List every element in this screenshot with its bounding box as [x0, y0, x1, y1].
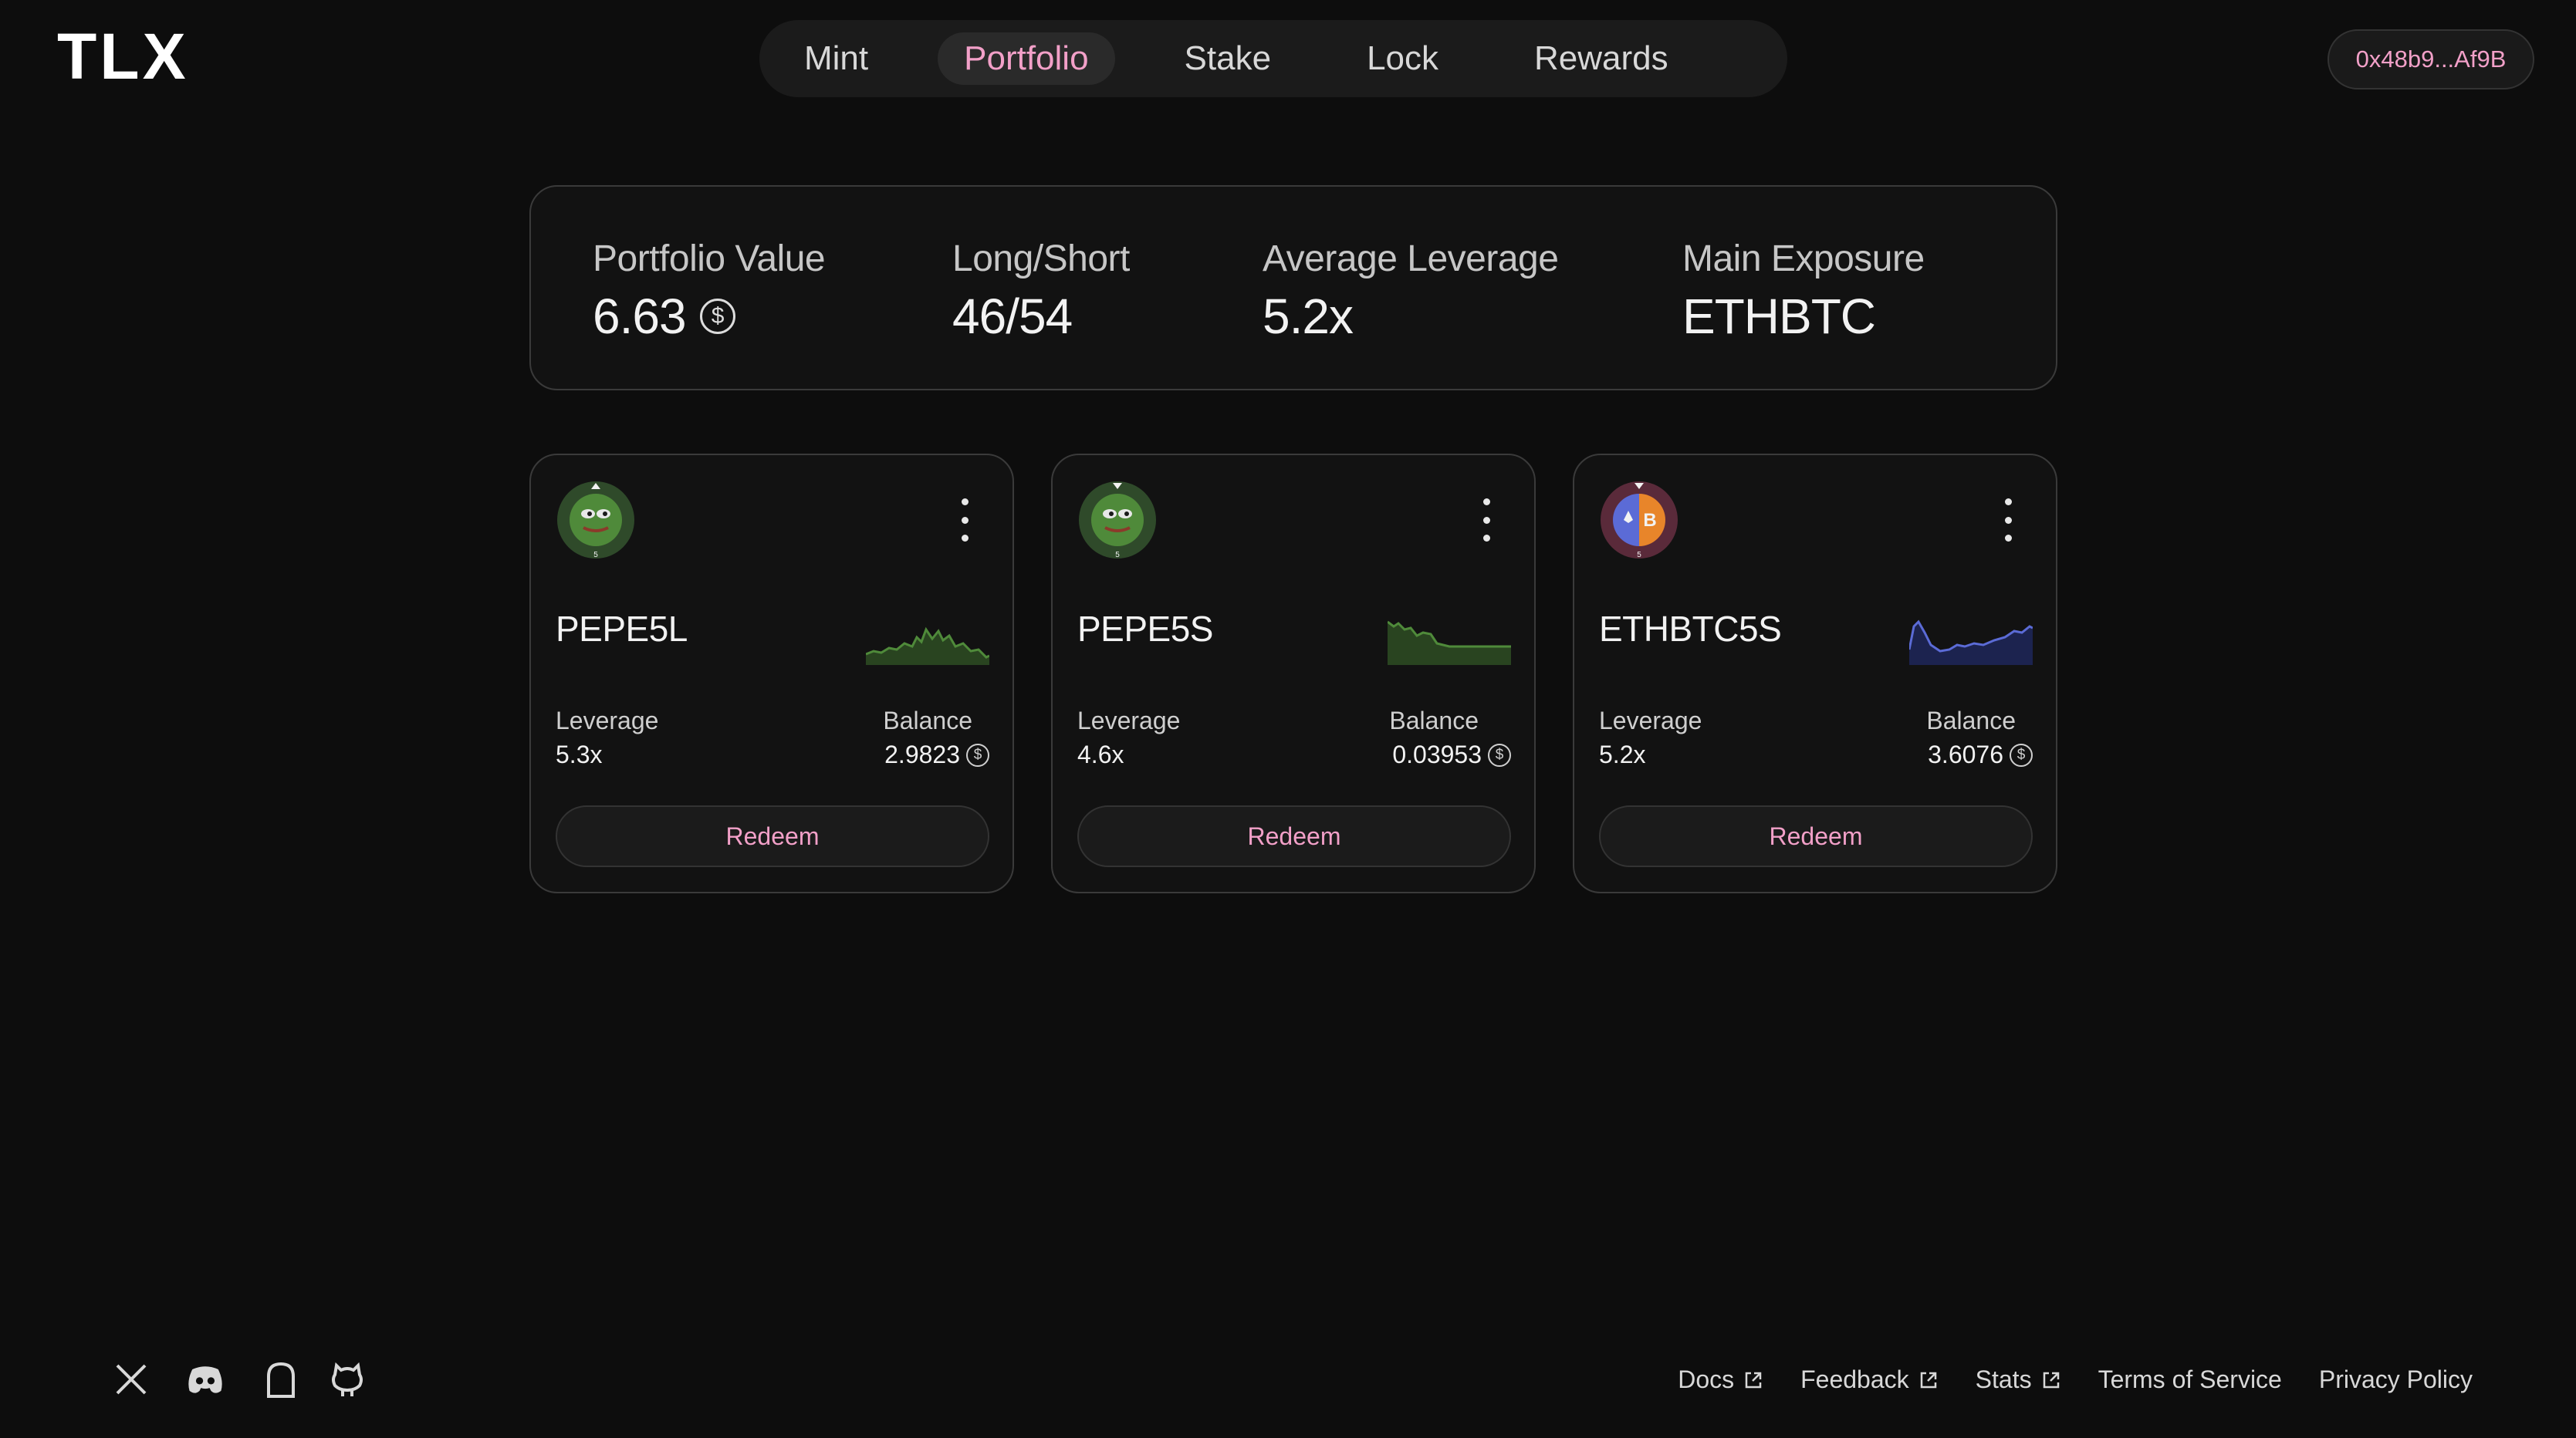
- main-exposure-stat: Main Exposure ETHBTC: [1682, 238, 1925, 345]
- external-link-icon: [1745, 1372, 1762, 1388]
- svg-text:5: 5: [593, 551, 598, 559]
- tlx-logo[interactable]: TLX: [57, 29, 218, 83]
- redeem-button[interactable]: Redeem: [1077, 805, 1511, 867]
- footer-link-label: Feedback: [1800, 1365, 1909, 1393]
- avg-leverage-label: Average Leverage: [1263, 238, 1559, 279]
- avg-leverage-stat: Average Leverage 5.2x: [1263, 238, 1559, 345]
- footer-link-label: Stats: [1975, 1365, 2032, 1393]
- balance-label: Balance: [1389, 707, 1479, 734]
- position-card-ethbtc5s: B 5 ETHBTC5S Leverage 5.2x Balance 3.607…: [1573, 454, 2057, 893]
- card-menu-button[interactable]: [1999, 498, 2017, 542]
- price-sparkline: [1388, 620, 1511, 665]
- pepe-short-icon: 5: [1079, 481, 1156, 559]
- redeem-button[interactable]: Redeem: [1599, 805, 2033, 867]
- wallet-address-button[interactable]: 0x48b9...Af9B: [2328, 29, 2534, 89]
- main-exposure-value: ETHBTC: [1682, 289, 1876, 344]
- footer-link-label: Terms of Service: [2098, 1365, 2282, 1393]
- ethbtc-short-icon: B 5: [1601, 481, 1678, 559]
- footer-link-privacy[interactable]: Privacy Policy: [2319, 1365, 2473, 1394]
- leverage-label: Leverage: [1077, 707, 1181, 734]
- portfolio-value-label: Portfolio Value: [593, 238, 826, 279]
- footer-link-label: Privacy Policy: [2318, 1365, 2473, 1393]
- dollar-coin-icon: $: [966, 743, 989, 767]
- balance-label: Balance: [1926, 707, 2016, 734]
- svg-text:5: 5: [1637, 551, 1641, 559]
- footer-link-feedback[interactable]: Feedback: [1800, 1365, 1939, 1394]
- nav-mint[interactable]: Mint: [778, 32, 894, 85]
- main-nav: Mint Portfolio Stake Lock Rewards: [759, 20, 1787, 97]
- external-link-icon: [1920, 1372, 1936, 1388]
- external-link-icon: [2043, 1372, 2059, 1388]
- footer-link-stats[interactable]: Stats: [1976, 1365, 2061, 1394]
- redeem-button[interactable]: Redeem: [556, 805, 989, 867]
- leverage-value: 4.6x: [1077, 741, 1124, 768]
- x-icon[interactable]: [111, 1359, 151, 1399]
- discord-icon[interactable]: [185, 1359, 225, 1399]
- card-menu-button[interactable]: [955, 498, 974, 542]
- leverage-value: 5.3x: [556, 741, 603, 768]
- token-name: PEPE5S: [1077, 609, 1214, 649]
- leverage-value: 5.2x: [1599, 741, 1646, 768]
- leverage-label: Leverage: [556, 707, 659, 734]
- svg-text:B: B: [1643, 510, 1656, 531]
- long-short-label: Long/Short: [952, 238, 1130, 279]
- portfolio-value-number: 6.63: [593, 289, 687, 344]
- position-card-pepe5s: 5 PEPE5S Leverage 4.6x Balance 0.03953 $…: [1051, 454, 1536, 893]
- token-name: PEPE5L: [556, 609, 688, 649]
- dollar-coin-icon: $: [2010, 743, 2033, 767]
- svg-text:5: 5: [1115, 551, 1120, 559]
- nav-rewards[interactable]: Rewards: [1508, 32, 1695, 85]
- token-name: ETHBTC5S: [1599, 609, 1782, 649]
- svg-text:TLX: TLX: [57, 29, 189, 83]
- pepe-long-icon: 5: [557, 481, 634, 559]
- balance-label: Balance: [883, 707, 972, 734]
- price-sparkline: [866, 626, 989, 665]
- main-exposure-label: Main Exposure: [1682, 238, 1925, 279]
- avg-leverage-value: 5.2x: [1263, 289, 1354, 344]
- balance-value: 2.9823 $: [884, 741, 989, 769]
- card-menu-button[interactable]: [1477, 498, 1496, 542]
- footer-links: Docs Feedback Stats Terms of Service Pri…: [1641, 1365, 2473, 1394]
- footer-link-docs[interactable]: Docs: [1678, 1365, 1763, 1394]
- balance-number: 2.9823: [884, 741, 960, 768]
- nav-portfolio[interactable]: Portfolio: [938, 32, 1115, 85]
- balance-number: 0.03953: [1392, 741, 1482, 768]
- balance-number: 3.6076: [1928, 741, 2003, 768]
- dollar-coin-icon: $: [699, 299, 735, 334]
- nav-lock[interactable]: Lock: [1340, 32, 1465, 85]
- portfolio-value-stat: Portfolio Value 6.63 $: [593, 238, 826, 345]
- footer-link-label: Docs: [1678, 1365, 1735, 1393]
- position-card-pepe5l: 5 PEPE5L Leverage 5.3x Balance 2.9823 $ …: [529, 454, 1014, 893]
- price-sparkline: [1909, 619, 2033, 665]
- leverage-label: Leverage: [1599, 707, 1702, 734]
- mirror-icon[interactable]: [261, 1359, 301, 1399]
- app-root: TLX Mint Portfolio Stake Lock Rewards 0x…: [0, 0, 2576, 1438]
- long-short-stat: Long/Short 46/54: [952, 238, 1130, 345]
- nav-stake[interactable]: Stake: [1158, 32, 1298, 85]
- dollar-coin-icon: $: [1488, 743, 1511, 767]
- balance-value: 3.6076 $: [1928, 741, 2033, 769]
- portfolio-summary: Portfolio Value 6.63 $ Long/Short 46/54 …: [529, 185, 2057, 390]
- portfolio-value: 6.63 $: [593, 288, 825, 345]
- github-icon[interactable]: [327, 1359, 367, 1399]
- balance-value: 0.03953 $: [1392, 741, 1511, 769]
- footer-link-terms[interactable]: Terms of Service: [2098, 1365, 2282, 1394]
- long-short-value: 46/54: [952, 289, 1073, 344]
